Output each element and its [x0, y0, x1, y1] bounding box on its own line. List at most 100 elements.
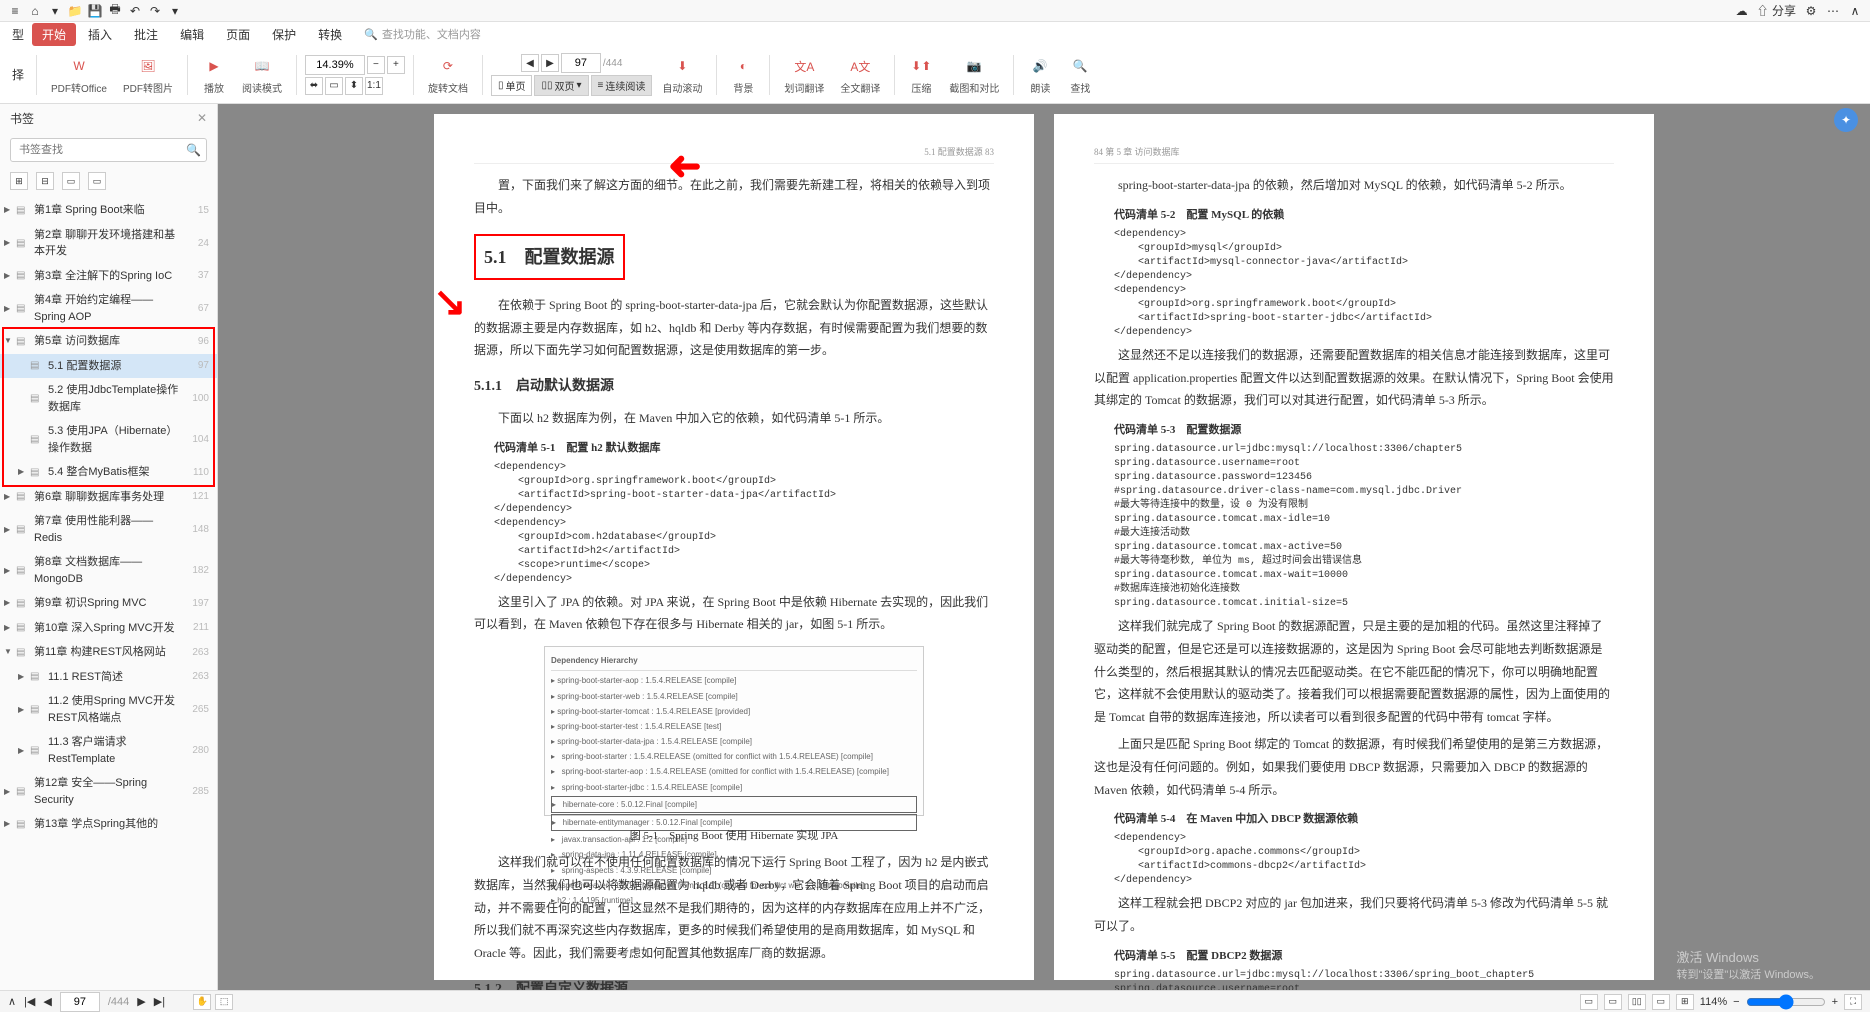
- expand-arrow-icon[interactable]: ▶: [4, 597, 16, 609]
- menu-search[interactable]: 🔍 查找功能、文档内容: [364, 26, 481, 42]
- new-icon[interactable]: ▾: [48, 4, 62, 18]
- read-aloud-button[interactable]: 🔊 朗读: [1022, 54, 1058, 95]
- bookmark-item[interactable]: ▶▤第4章 开始约定编程——Spring AOP67: [0, 288, 217, 329]
- expand-arrow-icon[interactable]: ▶: [4, 204, 16, 216]
- play-button[interactable]: ▶ 播放: [196, 54, 232, 95]
- home-icon[interactable]: ⌂: [28, 4, 42, 18]
- search-icon[interactable]: 🔍: [186, 143, 201, 157]
- word-translate-button[interactable]: 文A 划词翻译: [778, 54, 830, 95]
- expand-arrow-icon[interactable]: ▶: [4, 818, 16, 830]
- auto-scroll-button[interactable]: ⬇ 自动滚动: [656, 54, 708, 95]
- bookmark-item[interactable]: ▤5.2 使用JdbcTemplate操作数据库100: [0, 378, 217, 419]
- fullscreen-button[interactable]: ⛶: [1844, 994, 1862, 1010]
- zoom-out-button[interactable]: −: [367, 56, 385, 74]
- last-page-button[interactable]: ▶|: [154, 995, 165, 1008]
- bookmark-item[interactable]: ▶▤第7章 使用性能利器——Redis148: [0, 509, 217, 550]
- sidebar-close-button[interactable]: ✕: [197, 111, 207, 125]
- bookmark-item[interactable]: ▶▤第1章 Spring Boot来临15: [0, 198, 217, 223]
- expand-arrow-icon[interactable]: ▶: [4, 786, 16, 798]
- bookmark-item[interactable]: ▼▤第5章 访问数据库96: [0, 329, 217, 354]
- expand-arrow-icon[interactable]: ▶: [4, 524, 16, 536]
- read-mode-button[interactable]: 📖 阅读模式: [236, 54, 288, 95]
- fit-width-button[interactable]: ⬌: [305, 77, 323, 95]
- expand-arrow-icon[interactable]: ▶: [4, 622, 16, 634]
- page-input[interactable]: [561, 53, 601, 73]
- expand-arrow-icon[interactable]: ▶: [18, 745, 30, 757]
- bookmark-item[interactable]: ▶▤第12章 安全——Spring Security285: [0, 771, 217, 812]
- bookmark-item[interactable]: ▶▤11.1 REST简述263: [0, 665, 217, 690]
- expand-arrow-icon[interactable]: ▼: [4, 335, 16, 347]
- print-icon[interactable]: 🖶: [108, 4, 122, 18]
- bookmark-tool-3[interactable]: ▭: [62, 172, 80, 190]
- expand-arrow-icon[interactable]: ▶: [4, 270, 16, 282]
- zoom-out-status[interactable]: −: [1733, 996, 1739, 1008]
- expand-all-button[interactable]: ⊞: [10, 172, 28, 190]
- select-tool-button[interactable]: ⬚: [215, 994, 233, 1010]
- bookmark-item[interactable]: ▶▤第9章 初识Spring MVC197: [0, 591, 217, 616]
- screenshot-button[interactable]: 📷 截图和对比: [943, 54, 1005, 95]
- menu-page[interactable]: 页面: [216, 23, 260, 46]
- share-button[interactable]: ⇧ 分享: [1757, 2, 1796, 19]
- menu-type-icon[interactable]: 型: [6, 23, 30, 46]
- bookmark-item[interactable]: ▶▤第10章 深入Spring MVC开发211: [0, 616, 217, 641]
- menu-annotate[interactable]: 批注: [124, 23, 168, 46]
- next-page-button[interactable]: ▶: [541, 54, 559, 72]
- view-mode-2[interactable]: ▭: [1604, 994, 1622, 1010]
- hand-tool-button[interactable]: ✋: [193, 994, 211, 1010]
- menu-insert[interactable]: 插入: [78, 23, 122, 46]
- status-tool-1[interactable]: ∧: [8, 995, 16, 1008]
- expand-arrow-icon[interactable]: ▶: [18, 466, 30, 478]
- view-mode-3[interactable]: ▯▯: [1628, 994, 1646, 1010]
- rotate-button[interactable]: ⟳ 旋转文档: [422, 54, 474, 95]
- bookmark-item[interactable]: ▶▤第13章 学点Spring其他的: [0, 812, 217, 837]
- next-page-button[interactable]: ▶: [137, 995, 145, 1008]
- zoom-in-status[interactable]: +: [1832, 996, 1838, 1008]
- first-page-button[interactable]: |◀: [24, 995, 35, 1008]
- view-mode-4[interactable]: ▭: [1652, 994, 1670, 1010]
- bookmark-search-input[interactable]: [10, 138, 207, 162]
- pdf-to-pic-button[interactable]: 🖼 PDF转图片: [117, 54, 179, 95]
- bookmark-item[interactable]: ▶▤第6章 聊聊数据库事务处理121: [0, 485, 217, 510]
- bookmark-item[interactable]: ▶▤第3章 全注解下的Spring IoC37: [0, 264, 217, 289]
- fit-height-button[interactable]: ⬍: [345, 77, 363, 95]
- view-mode-5[interactable]: ⊞: [1676, 994, 1694, 1010]
- pdf-to-office-button[interactable]: W PDF转Office: [45, 54, 113, 95]
- select-tool[interactable]: 择: [8, 62, 28, 87]
- expand-arrow-icon[interactable]: ▶: [18, 704, 30, 716]
- bookmark-item[interactable]: ▤5.3 使用JPA（Hibernate）操作数据104: [0, 419, 217, 460]
- app-menu-icon[interactable]: ≡: [8, 4, 22, 18]
- undo-icon[interactable]: ↶: [128, 4, 142, 18]
- bookmark-item[interactable]: ▶▤11.3 客户端请求RestTemplate280: [0, 730, 217, 771]
- menu-convert[interactable]: 转换: [308, 23, 352, 46]
- settings-icon[interactable]: ⚙: [1804, 4, 1818, 18]
- bookmark-item[interactable]: ▶▤11.2 使用Spring MVC开发REST风格端点265: [0, 689, 217, 730]
- expand-arrow-icon[interactable]: ▶: [4, 237, 16, 249]
- expand-arrow-icon[interactable]: ▶: [4, 565, 16, 577]
- cloud-icon[interactable]: ☁: [1735, 4, 1749, 18]
- more-icon[interactable]: ⋯: [1826, 4, 1840, 18]
- zoom-input[interactable]: [305, 55, 365, 75]
- full-translate-button[interactable]: A文 全文翻译: [834, 54, 886, 95]
- view-mode-1[interactable]: ▭: [1580, 994, 1598, 1010]
- save-icon[interactable]: 💾: [88, 4, 102, 18]
- bookmark-item[interactable]: ▼▤第11章 构建REST风格网站263: [0, 640, 217, 665]
- float-assistant-button[interactable]: ✦: [1834, 108, 1858, 132]
- expand-arrow-icon[interactable]: ▼: [4, 646, 16, 658]
- redo-icon[interactable]: ↷: [148, 4, 162, 18]
- bookmark-tool-4[interactable]: ▭: [88, 172, 106, 190]
- expand-arrow-icon[interactable]: ▶: [4, 491, 16, 503]
- menu-start[interactable]: 开始: [32, 23, 76, 46]
- bookmark-item[interactable]: ▶▤第2章 聊聊开发环境搭建和基本开发24: [0, 223, 217, 264]
- expand-arrow-icon[interactable]: ▶: [18, 671, 30, 683]
- prev-page-button[interactable]: ◀: [521, 54, 539, 72]
- chevron-icon[interactable]: ∧: [1848, 4, 1862, 18]
- menu-protect[interactable]: 保护: [262, 23, 306, 46]
- continuous-button[interactable]: ≡连续阅读: [591, 75, 653, 96]
- bookmark-item[interactable]: ▶▤5.4 整合MyBatis框架110: [0, 460, 217, 485]
- actual-size-button[interactable]: 1:1: [365, 77, 383, 95]
- document-view[interactable]: ↘ ➜ 5.1 配置数据源 83 置，下面我们来了解这方面的细节。在此之前，我们…: [218, 104, 1870, 990]
- menu-edit[interactable]: 编辑: [170, 23, 214, 46]
- compress-button[interactable]: ⬇⬆ 压缩: [903, 54, 939, 95]
- background-button[interactable]: ◐ 背景: [725, 54, 761, 95]
- fit-page-button[interactable]: ▭: [325, 77, 343, 95]
